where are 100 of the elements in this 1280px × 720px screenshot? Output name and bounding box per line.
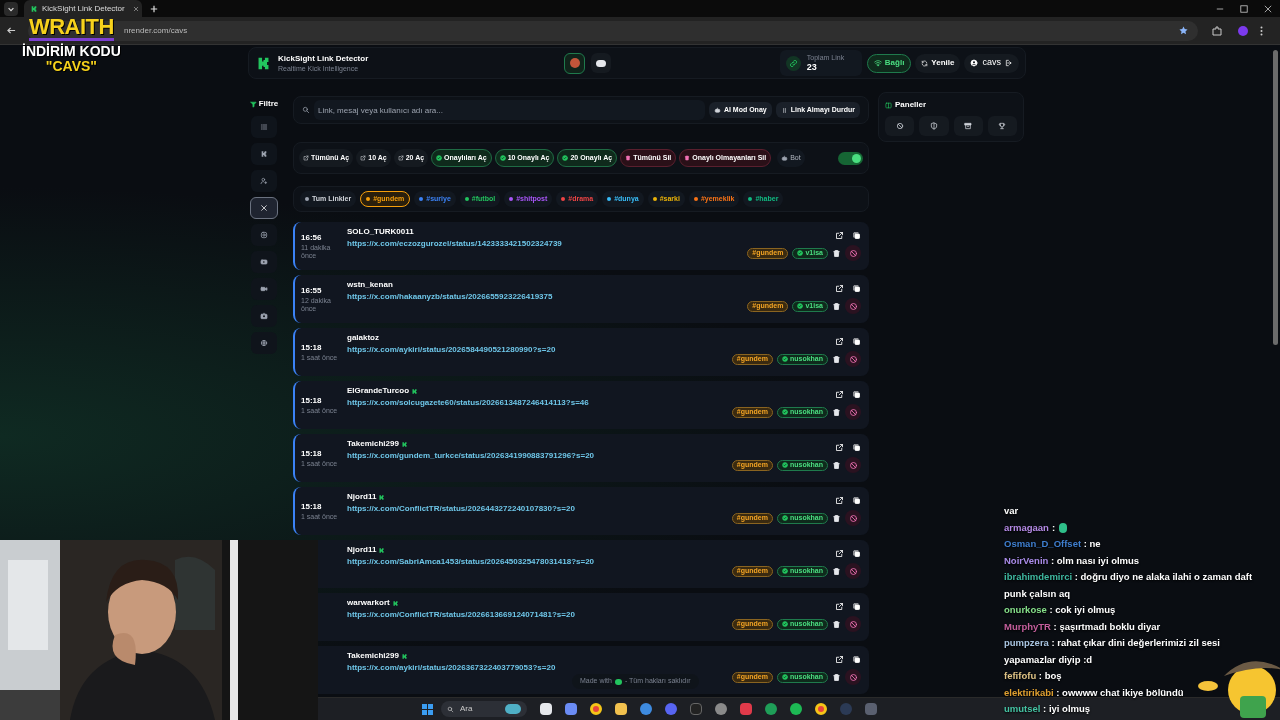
link-url[interactable]: https://x.com/aykiri/status/2026367322403779053?s=20: [347, 662, 732, 674]
stat-value: 23: [806, 62, 818, 72]
copy-icon[interactable]: [852, 390, 861, 399]
filter-icon: [249, 100, 257, 108]
filter-button[interactable]: [251, 251, 277, 273]
robot-icon: [781, 154, 789, 162]
ban-icon: [848, 248, 858, 258]
block-button[interactable]: [845, 669, 861, 685]
taskbar-search-field[interactable]: Ara: [441, 701, 527, 717]
trash-icon[interactable]: [832, 619, 841, 629]
avatar-button[interactable]: [564, 52, 586, 74]
link-url[interactable]: https://x.com/solcugazete60/status/2026613487246414113?s=46: [347, 397, 732, 409]
link-url[interactable]: https://x.com/hakaanyzb/status/2026655923226419375: [347, 291, 748, 303]
ban-icon: [848, 619, 858, 629]
connection-status-button[interactable]: Bağlı: [866, 53, 912, 73]
panel-button[interactable]: [885, 116, 915, 136]
external-link-icon[interactable]: [835, 602, 844, 611]
refresh-button[interactable]: Yenile: [915, 53, 961, 73]
time-text: 15:18: [301, 448, 323, 460]
tab-list-button[interactable]: [4, 1, 18, 16]
filter-button[interactable]: [251, 143, 277, 165]
link-url[interactable]: https://x.com/gundem_turkce/status/2026341990883791296?s=20: [347, 450, 732, 462]
external-link-icon[interactable]: [835, 549, 844, 558]
filter-button[interactable]: [251, 224, 277, 246]
block-button[interactable]: [845, 616, 861, 632]
filter-button[interactable]: [251, 305, 277, 327]
trash-icon[interactable]: [832, 513, 841, 523]
block-button[interactable]: [845, 245, 861, 261]
link-url[interactable]: https://x.com/eczozgurozel/status/1423333421502324739: [347, 238, 748, 250]
extensions-icon[interactable]: [1212, 25, 1222, 36]
filter-button[interactable]: [250, 197, 278, 219]
browser-tab[interactable]: KickSight Link Detector: [24, 0, 142, 17]
scrollbar-thumb[interactable]: [1273, 50, 1278, 345]
block-button[interactable]: [845, 351, 861, 367]
windows-start-icon[interactable]: [422, 703, 433, 715]
panel-button[interactable]: [953, 116, 983, 136]
copy-icon[interactable]: [852, 496, 861, 505]
external-link-icon[interactable]: [835, 231, 844, 240]
external-link-icon[interactable]: [835, 655, 844, 664]
menu-icon[interactable]: [1260, 25, 1263, 36]
folder-icon[interactable]: [615, 703, 627, 715]
trash-icon[interactable]: [832, 301, 841, 311]
emoji-button[interactable]: [591, 53, 612, 73]
copy-icon[interactable]: [852, 337, 861, 346]
check-circle-icon: [781, 409, 788, 415]
bot-toggle[interactable]: [838, 151, 863, 165]
ban-icon: [895, 122, 904, 130]
copy-icon[interactable]: [852, 443, 861, 452]
copy-icon[interactable]: [852, 549, 861, 558]
k-logo-icon: [260, 150, 268, 158]
copy-icon[interactable]: [852, 602, 861, 611]
trash-icon[interactable]: [832, 248, 841, 258]
copy-icon[interactable]: [852, 284, 861, 293]
external-link-icon[interactable]: [835, 337, 844, 346]
link-url[interactable]: https://x.com/ConflictTR/status/2026613669124071481?s=20: [347, 609, 732, 621]
camera-icon: [260, 312, 268, 320]
panel-button[interactable]: [987, 116, 1017, 136]
block-button[interactable]: [845, 563, 861, 579]
copy-icon[interactable]: [852, 655, 861, 664]
link-icon: [788, 58, 798, 68]
external-link-icon[interactable]: [835, 284, 844, 293]
link-url[interactable]: https://x.com/SabriAmca1453/status/2026450325478031418?s=20: [347, 556, 732, 568]
trash-icon[interactable]: [832, 566, 841, 576]
trash-icon[interactable]: [832, 460, 841, 470]
chat-username: armagaan: [1004, 520, 1049, 535]
trash-icon[interactable]: [832, 407, 841, 417]
block-button[interactable]: [845, 510, 861, 526]
trash-icon: [684, 155, 691, 161]
promo-code: "CAVS": [45, 59, 97, 73]
time-text: 16:55: [301, 285, 323, 297]
external-link-icon[interactable]: [835, 443, 844, 452]
block-button[interactable]: [845, 457, 861, 473]
block-button[interactable]: [845, 404, 861, 420]
trash-icon[interactable]: [832, 354, 841, 364]
block-button[interactable]: [845, 298, 861, 314]
search-placeholder: Ara: [460, 703, 473, 715]
close-tab-icon[interactable]: [132, 5, 139, 12]
back-icon[interactable]: [7, 26, 16, 35]
profile-avatar[interactable]: [1238, 25, 1248, 36]
new-tab-icon[interactable]: [150, 4, 158, 13]
trash-icon[interactable]: [832, 672, 841, 682]
external-link-icon[interactable]: [835, 496, 844, 505]
archive-icon: [964, 122, 973, 130]
filter-button[interactable]: [251, 332, 277, 354]
maximize-icon[interactable]: [1240, 4, 1248, 13]
external-link-icon[interactable]: [835, 390, 844, 399]
link-url[interactable]: https://x.com/ConflictTR/status/2026443272240107830?s=20: [347, 503, 732, 515]
close-icon[interactable]: [1264, 4, 1272, 13]
search-field[interactable]: Link, mesaj veya kullanıcı adı ara...: [314, 100, 705, 120]
panel-button[interactable]: [919, 116, 949, 136]
star-icon[interactable]: [1179, 26, 1188, 35]
app-icon[interactable]: [690, 703, 702, 715]
link-url[interactable]: https://x.com/aykiri/status/2026584490521280990?s=20: [347, 344, 732, 356]
user-button[interactable]: cavs: [964, 53, 1019, 73]
filter-button[interactable]: [251, 278, 277, 300]
copy-icon[interactable]: [852, 231, 861, 240]
ban-icon: [848, 407, 858, 417]
avatar-icon: [569, 58, 580, 68]
promo-brand: WRAITH: [29, 16, 114, 41]
chat-message: Osman_D_Offset : ne: [1004, 537, 1102, 551]
